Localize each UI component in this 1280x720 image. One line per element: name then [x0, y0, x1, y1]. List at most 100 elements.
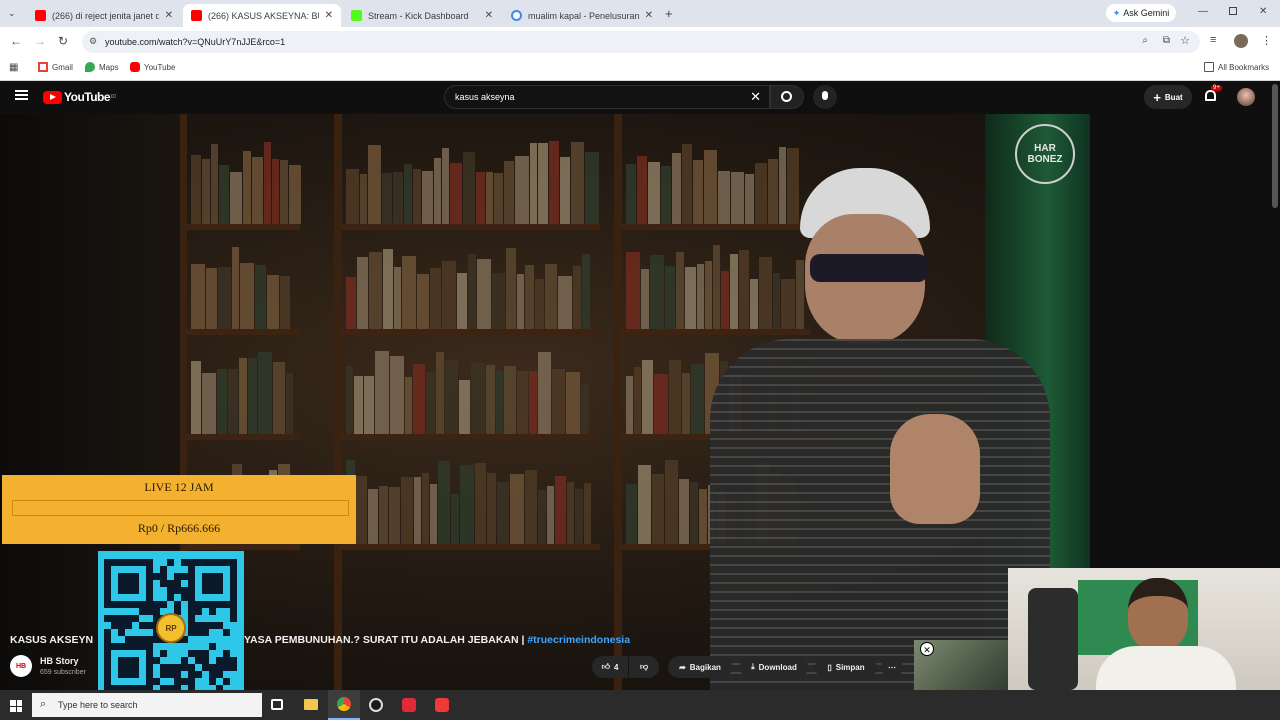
chrome-taskbar-icon[interactable] [328, 690, 360, 720]
windows-start-icon[interactable] [10, 700, 22, 712]
qr-module [216, 601, 223, 608]
task-view-icon[interactable] [271, 699, 283, 710]
webcam-overlay [1008, 568, 1280, 690]
tab-close-icon[interactable]: ✕ [165, 10, 173, 21]
tab-close-icon[interactable]: ✕ [645, 10, 653, 21]
dislike-button[interactable]: 👎︎ [629, 656, 659, 678]
qr-module [118, 601, 125, 608]
bookmark-youtube[interactable]: YouTube [130, 62, 175, 72]
minimize-icon[interactable]: — [1198, 6, 1208, 17]
search-box[interactable]: kasus akseyna ✕ [444, 85, 770, 109]
forward-arrow-icon[interactable]: → [34, 34, 46, 48]
install-app-icon[interactable]: ⧉ [1163, 35, 1170, 46]
qr-module [118, 559, 125, 566]
youtube-wordmark: YouTube [64, 90, 111, 104]
restore-icon[interactable] [1229, 7, 1237, 15]
ask-gemini-button[interactable]: ✦ Ask Gemini [1106, 4, 1176, 22]
donation-qr-code[interactable]: RP [98, 551, 244, 690]
qr-module [146, 657, 153, 664]
live-goal-panel: LIVE 12 JAM Rp0 / Rp666.666 [2, 475, 356, 544]
app-taskbar-icon-vivaldi[interactable] [435, 698, 449, 712]
qr-module [132, 671, 139, 678]
book-spine [232, 247, 239, 329]
site-info-icon[interactable]: ⚙ [89, 36, 97, 47]
youtube-header: YouTube ID kasus akseyna ✕ + Buat 9+ [0, 81, 1280, 114]
tab-1[interactable]: (266) KASUS AKSEYNA: BUNUH ✕ [183, 4, 341, 27]
page-scrollbar[interactable] [1272, 84, 1278, 208]
qr-module [111, 601, 118, 608]
qr-module [195, 608, 202, 615]
save-button[interactable]: ▯ Simpan [815, 656, 877, 678]
book-spine [538, 352, 551, 434]
qr-module [216, 573, 223, 580]
more-actions-button[interactable]: ⋯ [881, 656, 903, 678]
account-avatar[interactable] [1237, 88, 1255, 106]
youtube-favicon-icon [35, 10, 46, 21]
qr-module [125, 636, 132, 643]
zoom-icon[interactable]: ⌕ [1142, 35, 1148, 46]
qr-module [195, 650, 202, 657]
tab-search-icon[interactable]: ⌄ [8, 8, 16, 19]
notifications-button[interactable]: 9+ [1203, 85, 1222, 104]
app-taskbar-icon-red[interactable] [402, 698, 416, 712]
book-spine [239, 358, 247, 434]
qr-module [216, 671, 223, 678]
taskbar-search-box[interactable]: ⌕ Type here to search [32, 693, 262, 717]
reload-icon[interactable]: ↻ [58, 34, 68, 48]
book-spine [486, 172, 493, 224]
tab-close-icon[interactable]: ✕ [325, 10, 333, 21]
tab-3[interactable]: mualim kapal - Penelusuran Go ✕ [503, 4, 661, 27]
close-thumbnail-icon[interactable]: ✕ [920, 642, 934, 656]
qr-module [202, 601, 209, 608]
qr-module [216, 587, 223, 594]
tab-0[interactable]: (266) di reject jenita janet dj - Y ✕ [27, 4, 181, 27]
bookshelf-plank [185, 329, 300, 335]
media-control-icon[interactable]: ≡ [1210, 34, 1216, 46]
clear-search-icon[interactable]: ✕ [750, 89, 761, 105]
apps-grid-icon[interactable]: ▦ [9, 62, 18, 73]
tab-2[interactable]: Stream - Kick Dashboard ✕ [343, 4, 501, 27]
create-button[interactable]: + Buat [1144, 85, 1192, 109]
new-tab-plus-icon[interactable]: + [665, 6, 673, 21]
goal-amount: Rp0 / Rp666.666 [137, 521, 221, 535]
video-player[interactable]: HAR BONEZ LIVE 12 JAM Rp0 / Rp666.666 RP… [0, 114, 1280, 690]
like-button[interactable]: 👍︎ 4 [592, 656, 628, 678]
book-spine [665, 460, 678, 544]
file-explorer-icon[interactable] [304, 699, 318, 710]
book-spine [360, 174, 367, 224]
share-button[interactable]: ➦ Bagikan [668, 656, 732, 678]
book-spine [354, 376, 363, 434]
tab-close-icon[interactable]: ✕ [485, 10, 493, 21]
youtube-logo[interactable]: YouTube ID [43, 90, 116, 104]
bookmark-maps[interactable]: Maps [85, 62, 119, 72]
channel-avatar[interactable]: HB [10, 655, 32, 677]
channel-name[interactable]: HB Story [40, 656, 79, 666]
qr-module [153, 573, 160, 580]
bookmark-star-icon[interactable]: ☆ [1180, 34, 1190, 47]
book-spine [438, 461, 450, 544]
hamburger-menu-icon[interactable] [15, 90, 28, 100]
all-bookmarks-button[interactable]: All Bookmarks [1204, 62, 1269, 72]
book-spine [426, 372, 435, 434]
qr-module [188, 587, 195, 594]
qr-module [230, 559, 237, 566]
search-button[interactable] [770, 85, 804, 109]
hashtag-link[interactable]: #truecrimeindonesia [527, 634, 630, 646]
qr-module [209, 587, 216, 594]
profile-avatar[interactable] [1234, 34, 1248, 48]
book-spine [364, 376, 374, 434]
address-bar[interactable]: ⚙ youtube.com/watch?v=QNuUrY7nJJE&rco=1 … [82, 31, 1200, 53]
search-input[interactable]: kasus akseyna [455, 92, 515, 102]
chrome-menu-icon[interactable]: ⋮ [1261, 34, 1272, 47]
obs-taskbar-icon[interactable] [369, 698, 383, 712]
voice-search-button[interactable] [813, 85, 837, 109]
back-arrow-icon[interactable]: ← [10, 34, 22, 48]
bookmark-gmail[interactable]: Gmail [38, 62, 73, 72]
microphone-icon [822, 91, 828, 100]
download-button[interactable]: ⤓ Download [740, 656, 808, 678]
close-window-icon[interactable]: ✕ [1259, 6, 1267, 17]
qr-module [167, 594, 174, 601]
book-spine [191, 264, 205, 329]
book-spine [217, 369, 227, 434]
qr-module [118, 580, 125, 587]
